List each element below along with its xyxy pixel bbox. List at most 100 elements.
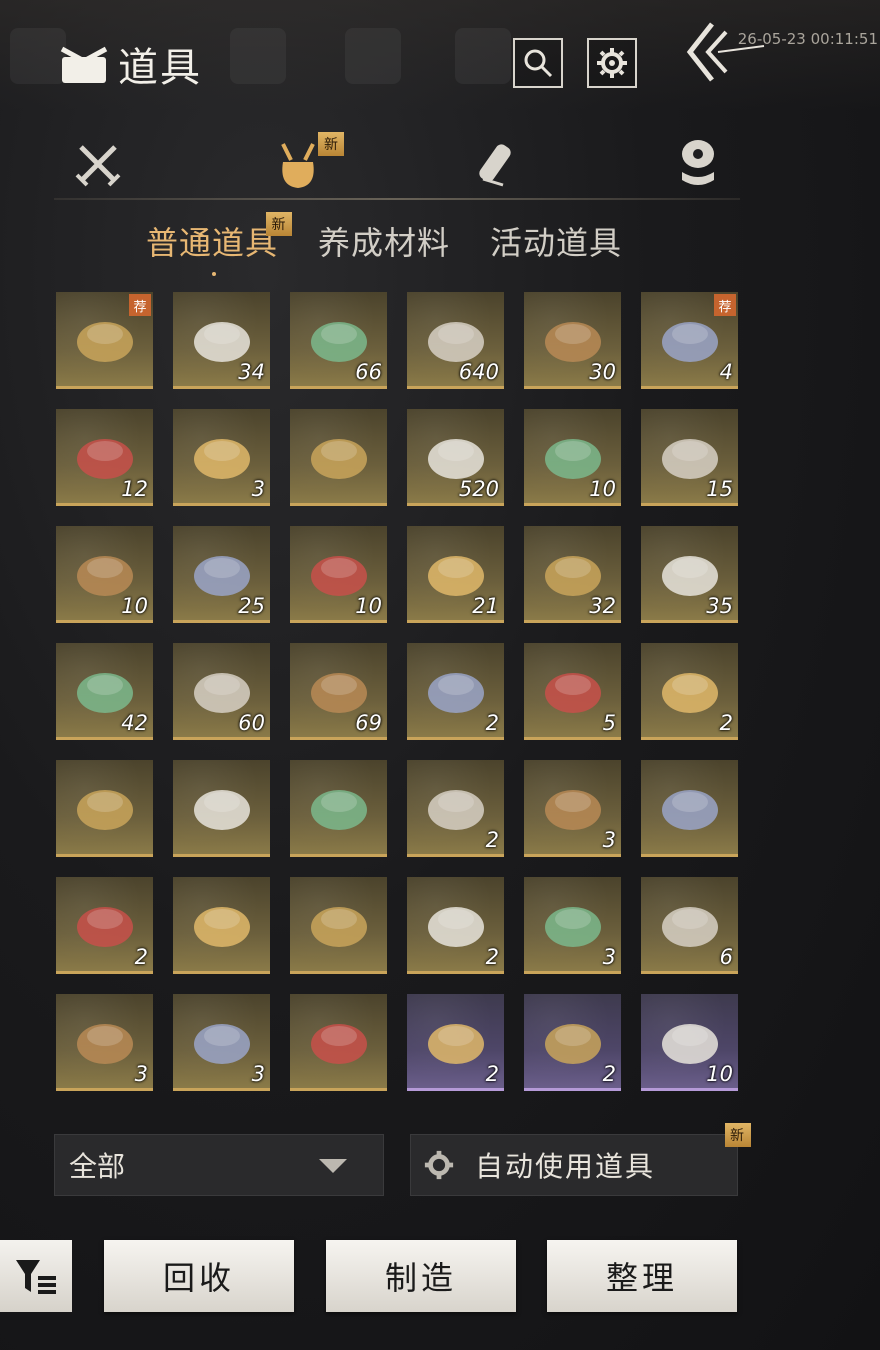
item-quantity: 10 xyxy=(706,1062,733,1086)
item-slot[interactable]: 32 xyxy=(524,526,621,623)
tab-scrolls[interactable] xyxy=(468,136,528,192)
pouch-bundle-icon xyxy=(60,46,108,83)
recycle-button[interactable]: 回收 xyxy=(104,1240,294,1312)
item-slot[interactable]: 640 xyxy=(407,292,504,389)
item-slot[interactable]: 2 xyxy=(407,643,504,740)
filter-list-icon xyxy=(16,1260,56,1294)
item-slot[interactable]: 3 xyxy=(173,994,270,1091)
item-slot[interactable]: 35 xyxy=(641,526,738,623)
item-quantity: 3 xyxy=(251,1062,265,1086)
subtab-normal-items[interactable]: 普通道具 新 xyxy=(146,212,293,276)
silver-flower-icon xyxy=(428,907,484,947)
filter-dropdown[interactable]: 全部 xyxy=(54,1134,384,1196)
item-slot[interactable]: 荐 xyxy=(56,292,153,389)
item-slot[interactable]: 25 xyxy=(173,526,270,623)
item-slot[interactable]: 3 xyxy=(524,760,621,857)
item-quantity: 2 xyxy=(719,711,733,735)
item-slot[interactable]: 42 xyxy=(56,643,153,740)
item-quantity: 3 xyxy=(602,828,616,852)
item-slot[interactable] xyxy=(641,760,738,857)
settings-button[interactable] xyxy=(587,38,637,88)
item-slot[interactable] xyxy=(290,409,387,506)
tab-equipment[interactable] xyxy=(68,136,128,192)
item-quantity: 25 xyxy=(238,594,265,618)
search-button[interactable] xyxy=(513,38,563,88)
item-quantity: 10 xyxy=(121,594,148,618)
tab-items[interactable]: 新 xyxy=(268,132,344,192)
item-slot[interactable]: 12 xyxy=(56,409,153,506)
sort-button[interactable]: 整理 xyxy=(547,1240,737,1312)
tab-currency[interactable] xyxy=(668,136,728,192)
item-slot[interactable]: 5 xyxy=(524,643,621,740)
new-badge: 新 xyxy=(725,1123,751,1147)
item-slot[interactable]: 60 xyxy=(173,643,270,740)
background-ghost-icon xyxy=(230,28,286,84)
item-slot[interactable]: 69 xyxy=(290,643,387,740)
item-quantity: 2 xyxy=(485,828,499,852)
craft-button[interactable]: 制造 xyxy=(326,1240,516,1312)
item-slot[interactable]: 2 xyxy=(407,994,504,1091)
item-quantity: 2 xyxy=(485,945,499,969)
subtab-growth-materials[interactable]: 养成材料 xyxy=(318,218,450,264)
item-quantity: 12 xyxy=(121,477,148,501)
coin-stack-icon xyxy=(682,140,714,185)
double-chevron-left-icon xyxy=(686,22,765,82)
item-quantity: 32 xyxy=(589,594,616,618)
golden-bee-icon xyxy=(428,673,484,713)
item-quantity: 3 xyxy=(251,477,265,501)
recommended-badge: 荐 xyxy=(714,294,736,316)
spirit-wisp-blue-icon xyxy=(194,439,250,479)
item-slot[interactable]: 2 xyxy=(407,760,504,857)
item-slot[interactable]: 21 xyxy=(407,526,504,623)
item-slot[interactable]: 10 xyxy=(56,526,153,623)
item-slot[interactable]: 2 xyxy=(407,877,504,974)
item-slot[interactable]: 3 xyxy=(173,409,270,506)
item-slot[interactable]: 3 xyxy=(56,994,153,1091)
category-tab-bar: 新 xyxy=(54,130,740,200)
item-slot[interactable]: 2 xyxy=(641,643,738,740)
item-slot[interactable]: 3 xyxy=(524,877,621,974)
item-slot[interactable] xyxy=(173,877,270,974)
item-slot[interactable] xyxy=(173,760,270,857)
search-icon xyxy=(524,49,553,78)
item-slot[interactable]: 34 xyxy=(173,292,270,389)
item-slot[interactable]: 荐4 xyxy=(641,292,738,389)
item-slot[interactable]: 2 xyxy=(56,877,153,974)
fossil-stone-grey-icon xyxy=(662,790,718,830)
item-slot[interactable]: 10 xyxy=(641,994,738,1091)
red-goldfish-icon xyxy=(545,673,601,713)
item-slot[interactable]: 15 xyxy=(641,409,738,506)
green-katydid-icon xyxy=(311,790,367,830)
item-slot[interactable]: 2 xyxy=(524,994,621,1091)
tab-divider xyxy=(54,198,740,200)
subtab-event-items[interactable]: 活动道具 xyxy=(490,218,622,264)
item-slot[interactable]: 66 xyxy=(290,292,387,389)
item-slot[interactable] xyxy=(290,760,387,857)
item-quantity: 5 xyxy=(602,711,616,735)
filter-sort-button[interactable] xyxy=(0,1240,72,1312)
silk-pouch-icon xyxy=(428,1024,484,1064)
inventory-grid: 荐 34 66 640 30 荐 4 12 3 520 10 15 10 25 10 21 32 35 42 60 69… xyxy=(56,292,738,1091)
item-slot[interactable] xyxy=(56,760,153,857)
yellow-bird-icon xyxy=(194,790,250,830)
gear-icon xyxy=(424,1150,454,1180)
blue-flowers-icon xyxy=(77,907,133,947)
chevron-down-icon xyxy=(319,1159,347,1173)
item-quantity: 30 xyxy=(589,360,616,384)
item-slot[interactable]: 6 xyxy=(641,877,738,974)
item-slot[interactable] xyxy=(290,877,387,974)
item-slot[interactable]: 10 xyxy=(290,526,387,623)
item-slot[interactable]: 10 xyxy=(524,409,621,506)
back-button[interactable] xyxy=(678,18,768,88)
item-quantity: 15 xyxy=(706,477,733,501)
gear-icon xyxy=(597,48,627,78)
item-slot[interactable]: 30 xyxy=(524,292,621,389)
new-badge: 新 xyxy=(318,132,344,156)
book-icon xyxy=(311,439,367,479)
item-slot[interactable]: 520 xyxy=(407,409,504,506)
item-slot[interactable] xyxy=(290,994,387,1091)
item-quantity: 640 xyxy=(458,360,499,384)
pouch-icon xyxy=(281,143,315,188)
fossil-stone-blue-icon xyxy=(545,790,601,830)
auto-use-items-button[interactable]: 自动使用道具 新 xyxy=(410,1123,751,1196)
